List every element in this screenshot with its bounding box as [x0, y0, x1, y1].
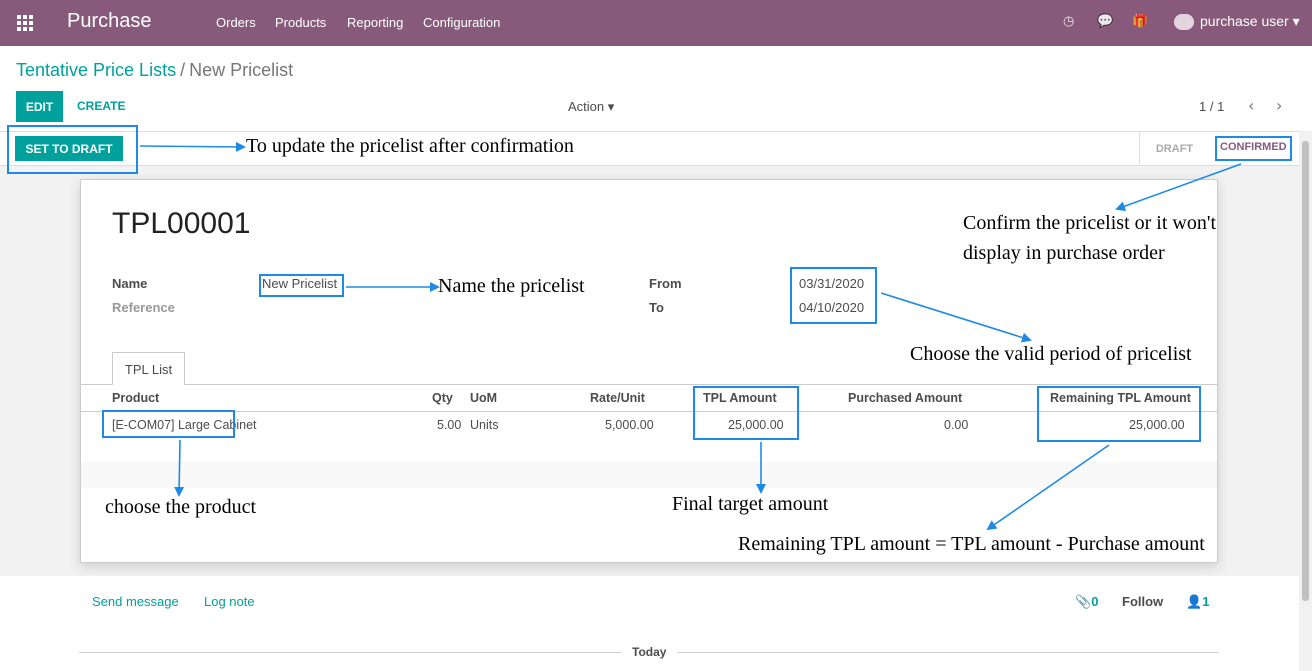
followers-button[interactable]: 👤1	[1186, 594, 1209, 610]
annotation-confirm-line1: Confirm the pricelist or it won't	[963, 212, 1217, 234]
annotation-confirm-line2: display in purchase order	[963, 242, 1165, 264]
user-icon: 👤	[1186, 594, 1203, 609]
arrow-dates	[880, 292, 1032, 343]
annotation-period: Choose the valid period of pricelist	[910, 343, 1192, 365]
paperclip-icon: 📎	[1075, 594, 1092, 609]
annotation-name: Name the pricelist	[438, 275, 585, 297]
follow-button[interactable]: Follow	[1122, 594, 1163, 609]
arrow-product	[174, 439, 185, 497]
attachments-button[interactable]: 📎0	[1075, 594, 1098, 610]
annotation-draft: To update the pricelist after confirmati…	[246, 135, 574, 157]
send-message-button[interactable]: Send message	[92, 594, 179, 609]
arrow-draft	[139, 141, 246, 152]
arrow-remaining	[986, 444, 1110, 531]
today-divider-left	[79, 652, 621, 653]
annotation-remaining: Remaining TPL amount = TPL amount - Purc…	[738, 533, 1205, 555]
annotation-product: choose the product	[105, 496, 257, 518]
attachments-count: 0	[1091, 594, 1099, 609]
today-label: Today	[632, 645, 667, 659]
arrow-confirmed	[1115, 163, 1242, 211]
annotation-arrows	[139, 141, 1242, 531]
log-note-button[interactable]: Log note	[204, 594, 255, 609]
today-divider-right	[678, 652, 1218, 653]
annotation-target: Final target amount	[672, 493, 829, 515]
followers-count: 1	[1202, 594, 1210, 609]
